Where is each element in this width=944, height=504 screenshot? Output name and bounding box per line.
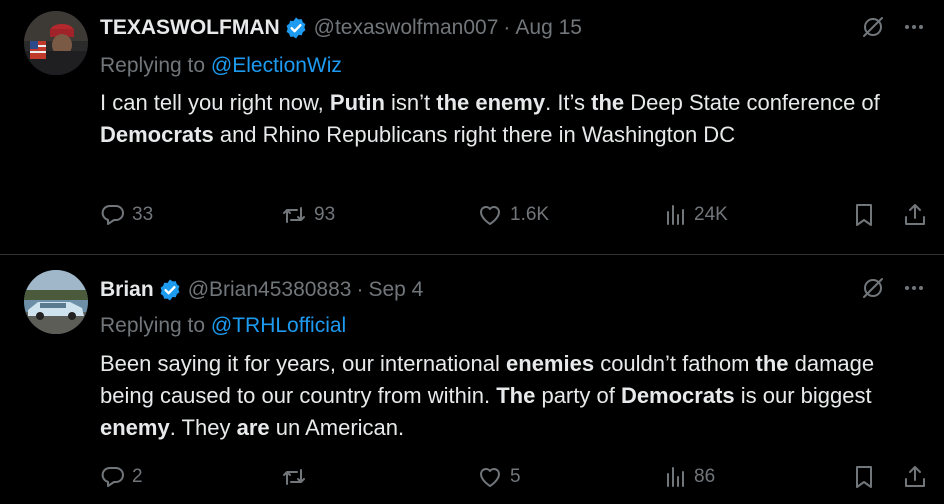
avatar[interactable] [24,270,88,334]
bold-text-segment: Putin [329,90,385,115]
views-button[interactable]: 86 [664,464,715,490]
tweet-actions: 33 93 1.6K 24K [100,202,930,232]
tweet-text: I can tell you right now, Putin isn’t th… [100,87,930,151]
tweet-date[interactable]: Sep 4 [368,278,423,302]
verified-badge-icon [284,16,308,40]
avatar[interactable] [24,11,88,75]
repost-count: 93 [314,204,336,225]
reply-icon [100,464,126,490]
tweet-header: TEXASWOLFMAN @texaswolfman007 · Aug 15 [100,12,582,44]
replying-to-link[interactable]: @ElectionWiz [211,54,342,77]
bookmark-icon [852,202,876,228]
text-segment: I can tell you right now, [100,90,330,115]
replying-to-label: Replying to [100,314,211,337]
share-icon [902,202,928,228]
repost-button[interactable]: 93 [280,202,335,228]
replying-to: Replying to @TRHLofficial [100,314,346,338]
avatar-image [24,11,88,75]
text-segment: . They [169,415,237,440]
replying-to-link[interactable]: @TRHLofficial [211,314,346,337]
display-name[interactable]: Brian [100,278,154,302]
replying-to: Replying to @ElectionWiz [100,54,342,78]
bookmark-button[interactable] [852,464,876,490]
text-segment: . It’s [545,90,592,115]
user-handle[interactable]: @texaswolfman007 [314,16,499,40]
share-button[interactable] [902,464,928,490]
text-segment: Deep State conference of [624,90,880,115]
reply-count: 2 [132,466,143,487]
tweet-actions: 2 5 86 [100,464,930,494]
text-segment: party of [535,383,621,408]
bold-text-segment: enemies [506,351,595,376]
bold-text-segment: Democrats [620,383,735,408]
slashed-circle-icon[interactable] [860,14,886,45]
views-count: 86 [694,466,716,487]
text-segment: is our biggest [734,383,872,408]
reply-button[interactable]: 2 [100,464,143,490]
text-segment: Been saying it for years, our internatio… [100,351,507,376]
tweet[interactable]: Brian @Brian45380883 · Sep 4 Replying to… [0,255,944,504]
share-icon [902,464,928,490]
tweet-date[interactable]: Aug 15 [515,16,582,40]
bookmark-icon [852,464,876,490]
text-segment: un American. [269,415,405,440]
tweet-header: Brian @Brian45380883 · Sep 4 [100,274,423,306]
more-dots-icon[interactable] [904,278,924,303]
bookmark-button[interactable] [852,202,876,228]
heart-icon [476,202,504,228]
heart-icon [476,464,504,490]
share-button[interactable] [902,202,928,228]
bold-text-segment: the [591,90,625,115]
bold-text-segment: The [496,383,536,408]
reply-count: 33 [132,204,154,225]
repost-icon [280,464,308,490]
text-segment: couldn’t fathom [594,351,756,376]
views-count: 24K [694,204,728,225]
views-icon [664,464,688,490]
tweet-top-actions [860,14,924,45]
like-count: 5 [510,466,521,487]
bold-text-segment: the [755,351,789,376]
bold-text-segment: enemy [100,415,170,440]
like-count: 1.6K [510,204,550,225]
like-button[interactable]: 5 [476,464,521,490]
like-button[interactable]: 1.6K [476,202,549,228]
text-segment: isn’t [384,90,437,115]
separator: · [356,278,364,301]
text-segment: and Rhino Republicans right there in Was… [213,122,736,147]
repost-button[interactable] [280,464,314,490]
reply-icon [100,202,126,228]
views-icon [664,202,688,228]
reply-button[interactable]: 33 [100,202,153,228]
tweet-top-actions [860,275,924,306]
separator: · [503,16,511,39]
verified-badge-icon [158,278,182,302]
tweet[interactable]: TEXASWOLFMAN @texaswolfman007 · Aug 15 R… [0,0,944,254]
repost-icon [280,202,308,228]
bold-text-segment: Democrats [100,122,214,147]
views-button[interactable]: 24K [664,202,728,228]
tweet-text: Been saying it for years, our internatio… [100,348,930,444]
bold-text-segment: the enemy [436,90,546,115]
avatar-image [24,270,88,334]
user-handle[interactable]: @Brian45380883 [188,278,352,302]
bold-text-segment: are [236,415,270,440]
slashed-circle-icon[interactable] [860,275,886,306]
more-dots-icon[interactable] [904,17,924,42]
replying-to-label: Replying to [100,54,211,77]
display-name[interactable]: TEXASWOLFMAN [100,16,280,40]
